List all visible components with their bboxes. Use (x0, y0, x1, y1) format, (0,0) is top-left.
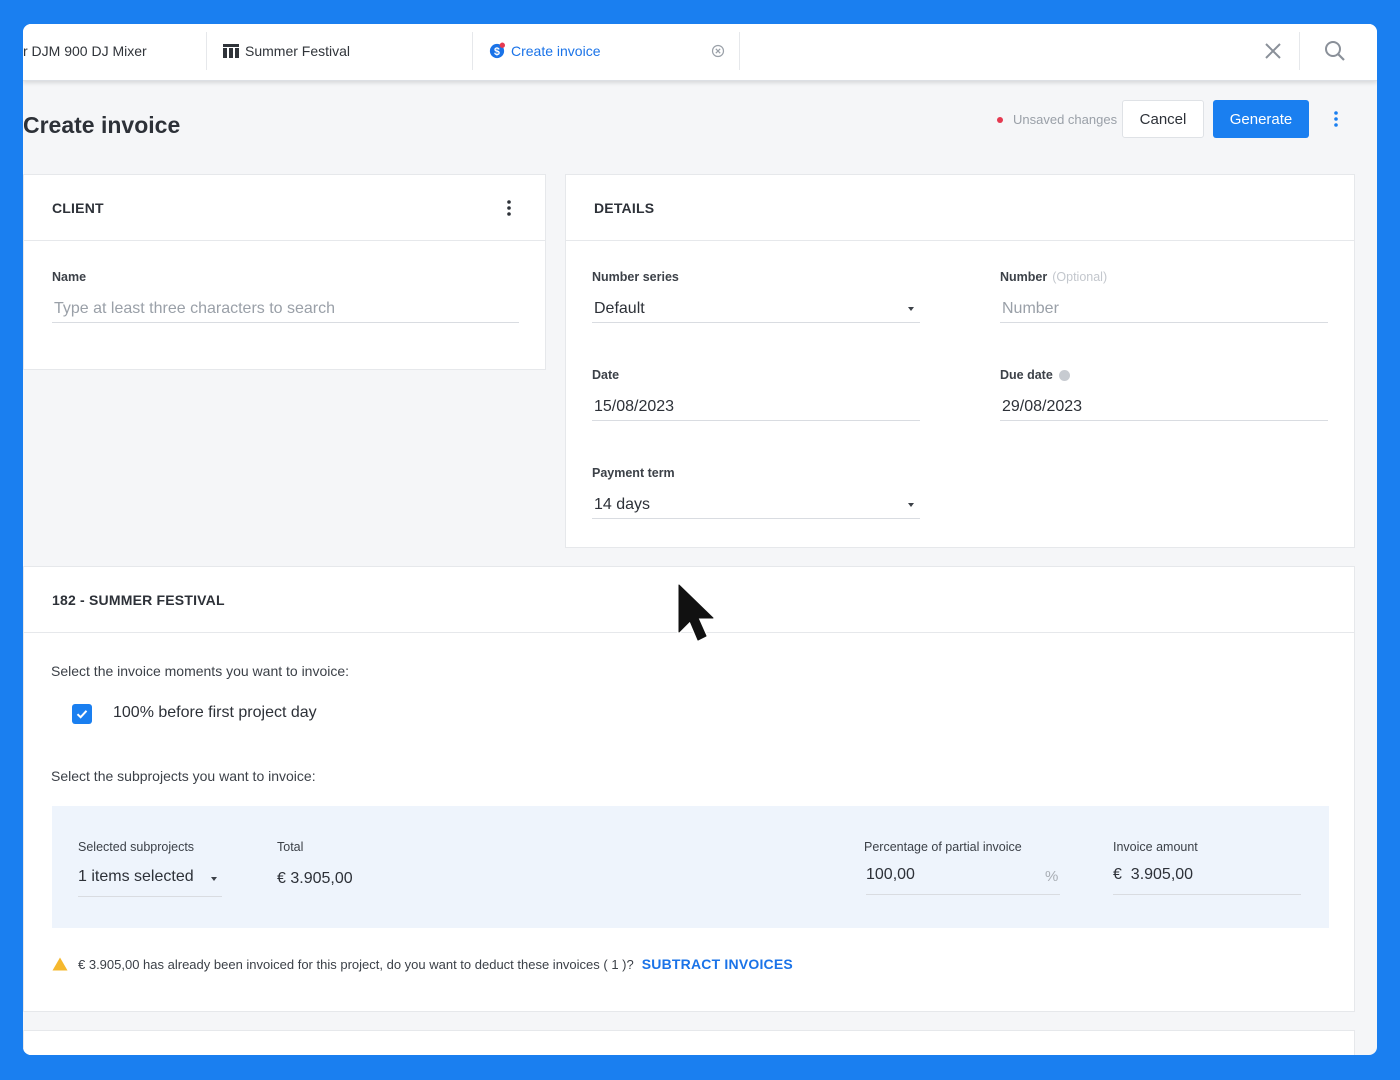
app-window: r DJM 900 DJ Mixer Summer Festival $ Cre… (23, 24, 1377, 1055)
percentage-label: Percentage of partial invoice (864, 840, 1022, 854)
invoice-amount-label: Invoice amount (1113, 840, 1198, 854)
number-series-label: Number series (592, 270, 679, 284)
svg-text:$: $ (494, 46, 500, 58)
divider (1299, 32, 1300, 70)
invoice-amount-input[interactable]: € 3.905,00 (1113, 866, 1193, 884)
warning-icon (52, 957, 68, 971)
due-date-label-text: Due date (1000, 368, 1053, 382)
next-section-card (23, 1030, 1355, 1055)
number-series-value: Default (594, 299, 645, 317)
close-icon[interactable] (1262, 40, 1284, 62)
tab-create-invoice[interactable]: $ Create invoice (473, 32, 740, 70)
due-date-field: Due date 29/08/2023 (1000, 368, 1328, 421)
number-series-select[interactable]: Default (592, 295, 920, 323)
more-vertical-icon[interactable] (1328, 108, 1344, 130)
select-underline (78, 896, 222, 897)
tab-bar: r DJM 900 DJ Mixer Summer Festival $ Cre… (23, 24, 1377, 81)
moments-prompt: Select the invoice moments you want to i… (51, 663, 350, 679)
name-label: Name (52, 270, 87, 284)
check-icon (76, 710, 88, 719)
subprojects-prompt: Select the subprojects you want to invoi… (51, 768, 316, 784)
chevron-down-icon (211, 877, 217, 881)
already-invoiced-warning: € 3.905,00 has already been invoiced for… (52, 956, 793, 972)
status-dot-icon (997, 116, 1003, 123)
number-label-text: Number (1000, 270, 1048, 284)
number-label: Number (Optional) (1000, 270, 1328, 284)
date-field: Date 15/08/2023 (592, 368, 920, 421)
number-field: Number (Optional) Number (1000, 270, 1328, 323)
tab-close-icon[interactable] (711, 44, 725, 58)
mouse-cursor-icon (676, 582, 716, 644)
input-underline (1113, 894, 1301, 895)
client-name-input[interactable]: Type at least three characters to search (52, 295, 519, 323)
client-card: CLIENT Name Type at least three characte… (23, 174, 546, 370)
input-underline (866, 894, 1060, 895)
payment-term-field: Payment term 14 days (592, 466, 920, 519)
percent-sign: % (1045, 868, 1059, 885)
details-heading: DETAILS (566, 175, 1354, 241)
unsaved-changes-indicator: Unsaved changes (997, 112, 1117, 127)
payment-term-label: Payment term (592, 466, 675, 480)
client-name-field: Name Type at least three characters to s… (52, 270, 519, 323)
tab-label: Summer Festival (245, 43, 351, 59)
subtract-invoices-link[interactable]: SUBTRACT INVOICES (642, 956, 793, 972)
search-icon[interactable] (1323, 39, 1347, 63)
warning-text: € 3.905,00 has already been invoiced for… (78, 956, 634, 972)
details-card: DETAILS Number series Default Number (Op… (565, 174, 1355, 548)
more-vertical-icon[interactable] (501, 197, 517, 219)
tab-djm-mixer[interactable]: r DJM 900 DJ Mixer (23, 32, 207, 70)
moment-label: 100% before first project day (113, 704, 317, 721)
percentage-input[interactable]: 100,00 (866, 866, 915, 884)
subprojects-panel: Selected subprojects 1 items selected To… (52, 806, 1329, 928)
due-date-label: Due date (1000, 368, 1328, 382)
tab-label: Create invoice (511, 43, 601, 59)
calendar-grid-icon (223, 43, 239, 59)
payment-term-select[interactable]: 14 days (592, 491, 920, 519)
page-title: Create invoice (23, 112, 181, 138)
optional-tag: (Optional) (1052, 270, 1108, 284)
date-label: Date (592, 368, 620, 382)
client-heading: CLIENT (24, 175, 545, 241)
selected-subprojects-select[interactable]: 1 items selected (78, 868, 194, 886)
moment-checkbox[interactable] (72, 704, 92, 724)
number-series-field: Number series Default (592, 270, 920, 323)
number-input[interactable]: Number (1000, 295, 1328, 323)
tab-label: r DJM 900 DJ Mixer (23, 43, 147, 59)
tab-summer-festival[interactable]: Summer Festival (207, 32, 473, 70)
generate-button[interactable]: Generate (1213, 100, 1309, 138)
payment-term-value: 14 days (594, 495, 651, 513)
info-icon[interactable] (1058, 369, 1070, 381)
chevron-down-icon (908, 503, 914, 507)
invoice-dollar-icon: $ (489, 42, 505, 59)
total-value: € 3.905,00 (277, 870, 353, 887)
due-date-input[interactable]: 29/08/2023 (1000, 393, 1328, 421)
date-input[interactable]: 15/08/2023 (592, 393, 920, 421)
selected-subprojects-label: Selected subprojects (78, 840, 195, 854)
cancel-button[interactable]: Cancel (1122, 100, 1204, 138)
unsaved-label: Unsaved changes (1013, 112, 1118, 127)
total-label: Total (277, 840, 304, 854)
chevron-down-icon (908, 307, 914, 311)
